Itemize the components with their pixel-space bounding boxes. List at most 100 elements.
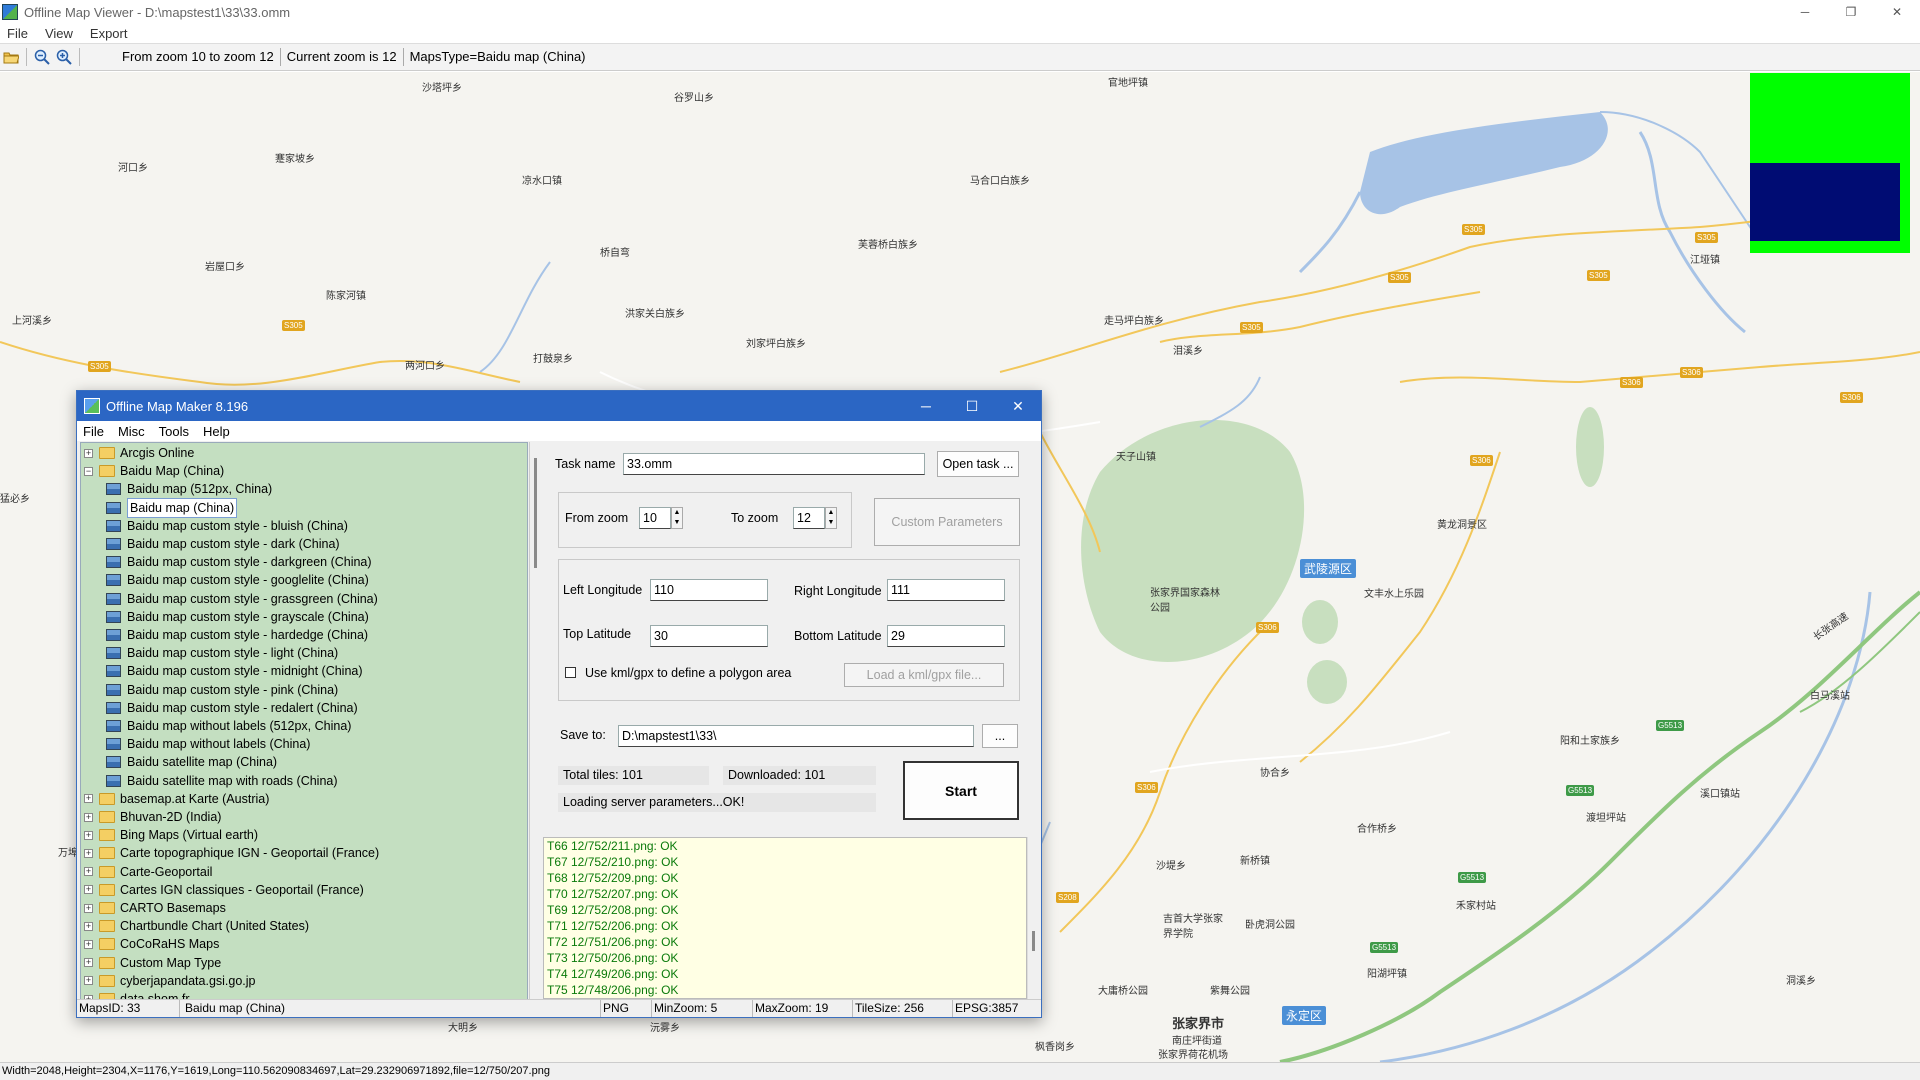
from-zoom-spinner[interactable]: ▲ ▼: [671, 507, 683, 529]
right-longitude-input[interactable]: 111: [887, 579, 1005, 601]
download-log[interactable]: T66 12/752/211.png: OK T67 12/752/210.png…: [543, 837, 1027, 999]
place-label: 岩屋口乡: [205, 262, 245, 273]
expand-icon[interactable]: +: [84, 448, 93, 458]
from-zoom-input[interactable]: 10: [639, 507, 671, 529]
dialog-menubar: File Misc Tools Help: [77, 421, 1041, 441]
zoom-out-icon[interactable]: [31, 46, 53, 68]
place-label: 两河口乡: [405, 361, 445, 372]
expand-icon[interactable]: +: [84, 794, 93, 804]
place-label: 卧虎洞公园: [1245, 920, 1295, 931]
dialog-menu-file[interactable]: File: [83, 424, 104, 439]
expand-icon[interactable]: +: [84, 812, 93, 822]
kml-checkbox[interactable]: [565, 667, 576, 678]
tree-folder-node[interactable]: + Custom Map Type: [84, 954, 221, 972]
top-latitude-input[interactable]: 30: [650, 625, 768, 647]
tree-map-node[interactable]: Baidu map custom style - hardedge (China…: [106, 626, 368, 644]
tree-map-node[interactable]: Baidu map custom style - grayscale (Chin…: [106, 608, 369, 626]
tree-folder-node[interactable]: + Chartbundle Chart (United States): [84, 917, 309, 935]
menu-export[interactable]: Export: [90, 26, 128, 41]
custom-parameters-button[interactable]: Custom Parameters: [874, 498, 1020, 546]
tree-folder-node[interactable]: − Baidu Map (China): [84, 462, 224, 480]
dialog-menu-tools[interactable]: Tools: [159, 424, 189, 439]
left-longitude-input[interactable]: 110: [650, 579, 768, 601]
tree-map-node[interactable]: Baidu map custom style - dark (China): [106, 535, 340, 553]
tree-map-node[interactable]: Baidu map custom style - midnight (China…: [106, 662, 363, 680]
tree-map-node[interactable]: Baidu map without labels (512px, China): [106, 717, 351, 735]
tree-folder-node[interactable]: + CoCoRaHS Maps: [84, 935, 219, 953]
log-scrollbar[interactable]: [1027, 837, 1041, 999]
place-label: 溪口镇站: [1700, 789, 1740, 800]
maximize-button[interactable]: ❐: [1828, 0, 1874, 24]
tree-folder-node[interactable]: + Cartes IGN classiques - Geoportail (Fra…: [84, 881, 364, 899]
tree-folder-node[interactable]: + Arcgis Online: [84, 444, 194, 462]
tree-map-node[interactable]: Baidu map custom style - redalert (China…: [106, 699, 358, 717]
zoom-in-icon[interactable]: [53, 46, 75, 68]
tree-map-node[interactable]: Baidu map custom style - bluish (China): [106, 517, 348, 535]
green-area: [1302, 600, 1338, 644]
toolbar: From zoom 10 to zoom 12 Current zoom is …: [0, 43, 1920, 71]
close-button[interactable]: ✕: [1874, 0, 1920, 24]
menu-view[interactable]: View: [45, 26, 73, 41]
expand-icon[interactable]: +: [84, 830, 93, 840]
expand-icon[interactable]: +: [84, 921, 93, 931]
tree-map-node[interactable]: Baidu satellite map with roads (China): [106, 772, 338, 790]
dialog-menu-misc[interactable]: Misc: [118, 424, 145, 439]
expand-icon[interactable]: +: [84, 848, 93, 858]
map-type-tree[interactable]: + Arcgis Online − Baidu Map (China) Baidu ma…: [80, 442, 528, 1002]
map-tile-icon: [106, 756, 121, 769]
start-button[interactable]: Start: [903, 761, 1019, 820]
dialog-menu-help[interactable]: Help: [203, 424, 230, 439]
tree-map-node[interactable]: Baidu map (512px, China): [106, 480, 272, 498]
place-label: 打鼓泉乡: [533, 354, 573, 365]
tree-map-node[interactable]: Baidu map without labels (China): [106, 735, 310, 753]
tree-folder-node[interactable]: + Carte topographique IGN - Geoportail (F…: [84, 844, 379, 862]
expand-icon[interactable]: +: [84, 939, 93, 949]
load-kml-button[interactable]: Load a kml/gpx file...: [844, 663, 1004, 687]
road-badge: S305: [1587, 270, 1610, 281]
dialog-maximize-button[interactable]: ☐: [949, 391, 995, 421]
browse-button[interactable]: ...: [982, 724, 1018, 748]
expand-icon[interactable]: +: [84, 867, 93, 877]
overview-minimap[interactable]: [1750, 73, 1910, 253]
tree-map-node[interactable]: Baidu map custom style - pink (China): [106, 681, 338, 699]
dialog-close-button[interactable]: ✕: [995, 391, 1041, 421]
to-zoom-spinner[interactable]: ▲ ▼: [825, 507, 837, 529]
tree-folder-node[interactable]: + cyberjapandata.gsi.go.jp: [84, 972, 256, 990]
minimize-button[interactable]: ─: [1782, 0, 1828, 24]
expand-icon[interactable]: +: [84, 976, 93, 986]
road-badge: S208: [1056, 892, 1079, 903]
place-label: 官地坪镇: [1108, 78, 1148, 89]
dialog-minimize-button[interactable]: ─: [903, 391, 949, 421]
tree-folder-node[interactable]: + Bing Maps (Virtual earth): [84, 826, 258, 844]
tree-map-node[interactable]: Baidu satellite map (China): [106, 753, 277, 771]
tree-folder-node[interactable]: + basemap.at Karte (Austria): [84, 790, 269, 808]
expand-icon[interactable]: +: [84, 885, 93, 895]
road-badge: S306: [1680, 367, 1703, 378]
menu-file[interactable]: File: [7, 26, 28, 41]
from-zoom-label: From zoom: [565, 511, 629, 525]
expand-icon[interactable]: +: [84, 903, 93, 913]
save-to-input[interactable]: D:\mapstest1\33\: [618, 725, 974, 747]
tree-map-node[interactable]: Baidu map custom style - light (China): [106, 644, 338, 662]
bottom-latitude-input[interactable]: 29: [887, 625, 1005, 647]
tree-map-node[interactable]: Baidu map custom style - darkgreen (Chin…: [106, 553, 372, 571]
maps-id-field: MapsID: 33: [77, 1000, 180, 1017]
expand-icon[interactable]: +: [84, 958, 93, 968]
tree-scrollbar[interactable]: [529, 442, 543, 1002]
tree-map-node[interactable]: Baidu map custom style - grassgreen (Chi…: [106, 590, 378, 608]
tree-map-node[interactable]: Baidu map (China): [106, 497, 238, 518]
place-label: 泪溪乡: [1173, 346, 1203, 357]
tree-folder-node[interactable]: + Carte-Geoportail: [84, 863, 212, 881]
task-name-input[interactable]: 33.omm: [623, 453, 925, 475]
tree-node-label: Custom Map Type: [120, 955, 222, 970]
minimap-viewport[interactable]: [1750, 163, 1900, 241]
open-task-button[interactable]: Open task ...: [937, 451, 1019, 477]
tree-folder-node[interactable]: + Bhuvan-2D (India): [84, 808, 221, 826]
collapse-icon[interactable]: −: [84, 466, 93, 476]
to-zoom-input[interactable]: 12: [793, 507, 825, 529]
open-folder-icon[interactable]: [0, 46, 22, 68]
tree-folder-node[interactable]: + CARTO Basemaps: [84, 899, 226, 917]
tree-map-node[interactable]: Baidu map custom style - googlelite (Chi…: [106, 571, 369, 589]
place-label: 禾家村站: [1456, 901, 1496, 912]
tree-node-label: Carte topographique IGN - Geoportail (Fr…: [120, 846, 380, 861]
